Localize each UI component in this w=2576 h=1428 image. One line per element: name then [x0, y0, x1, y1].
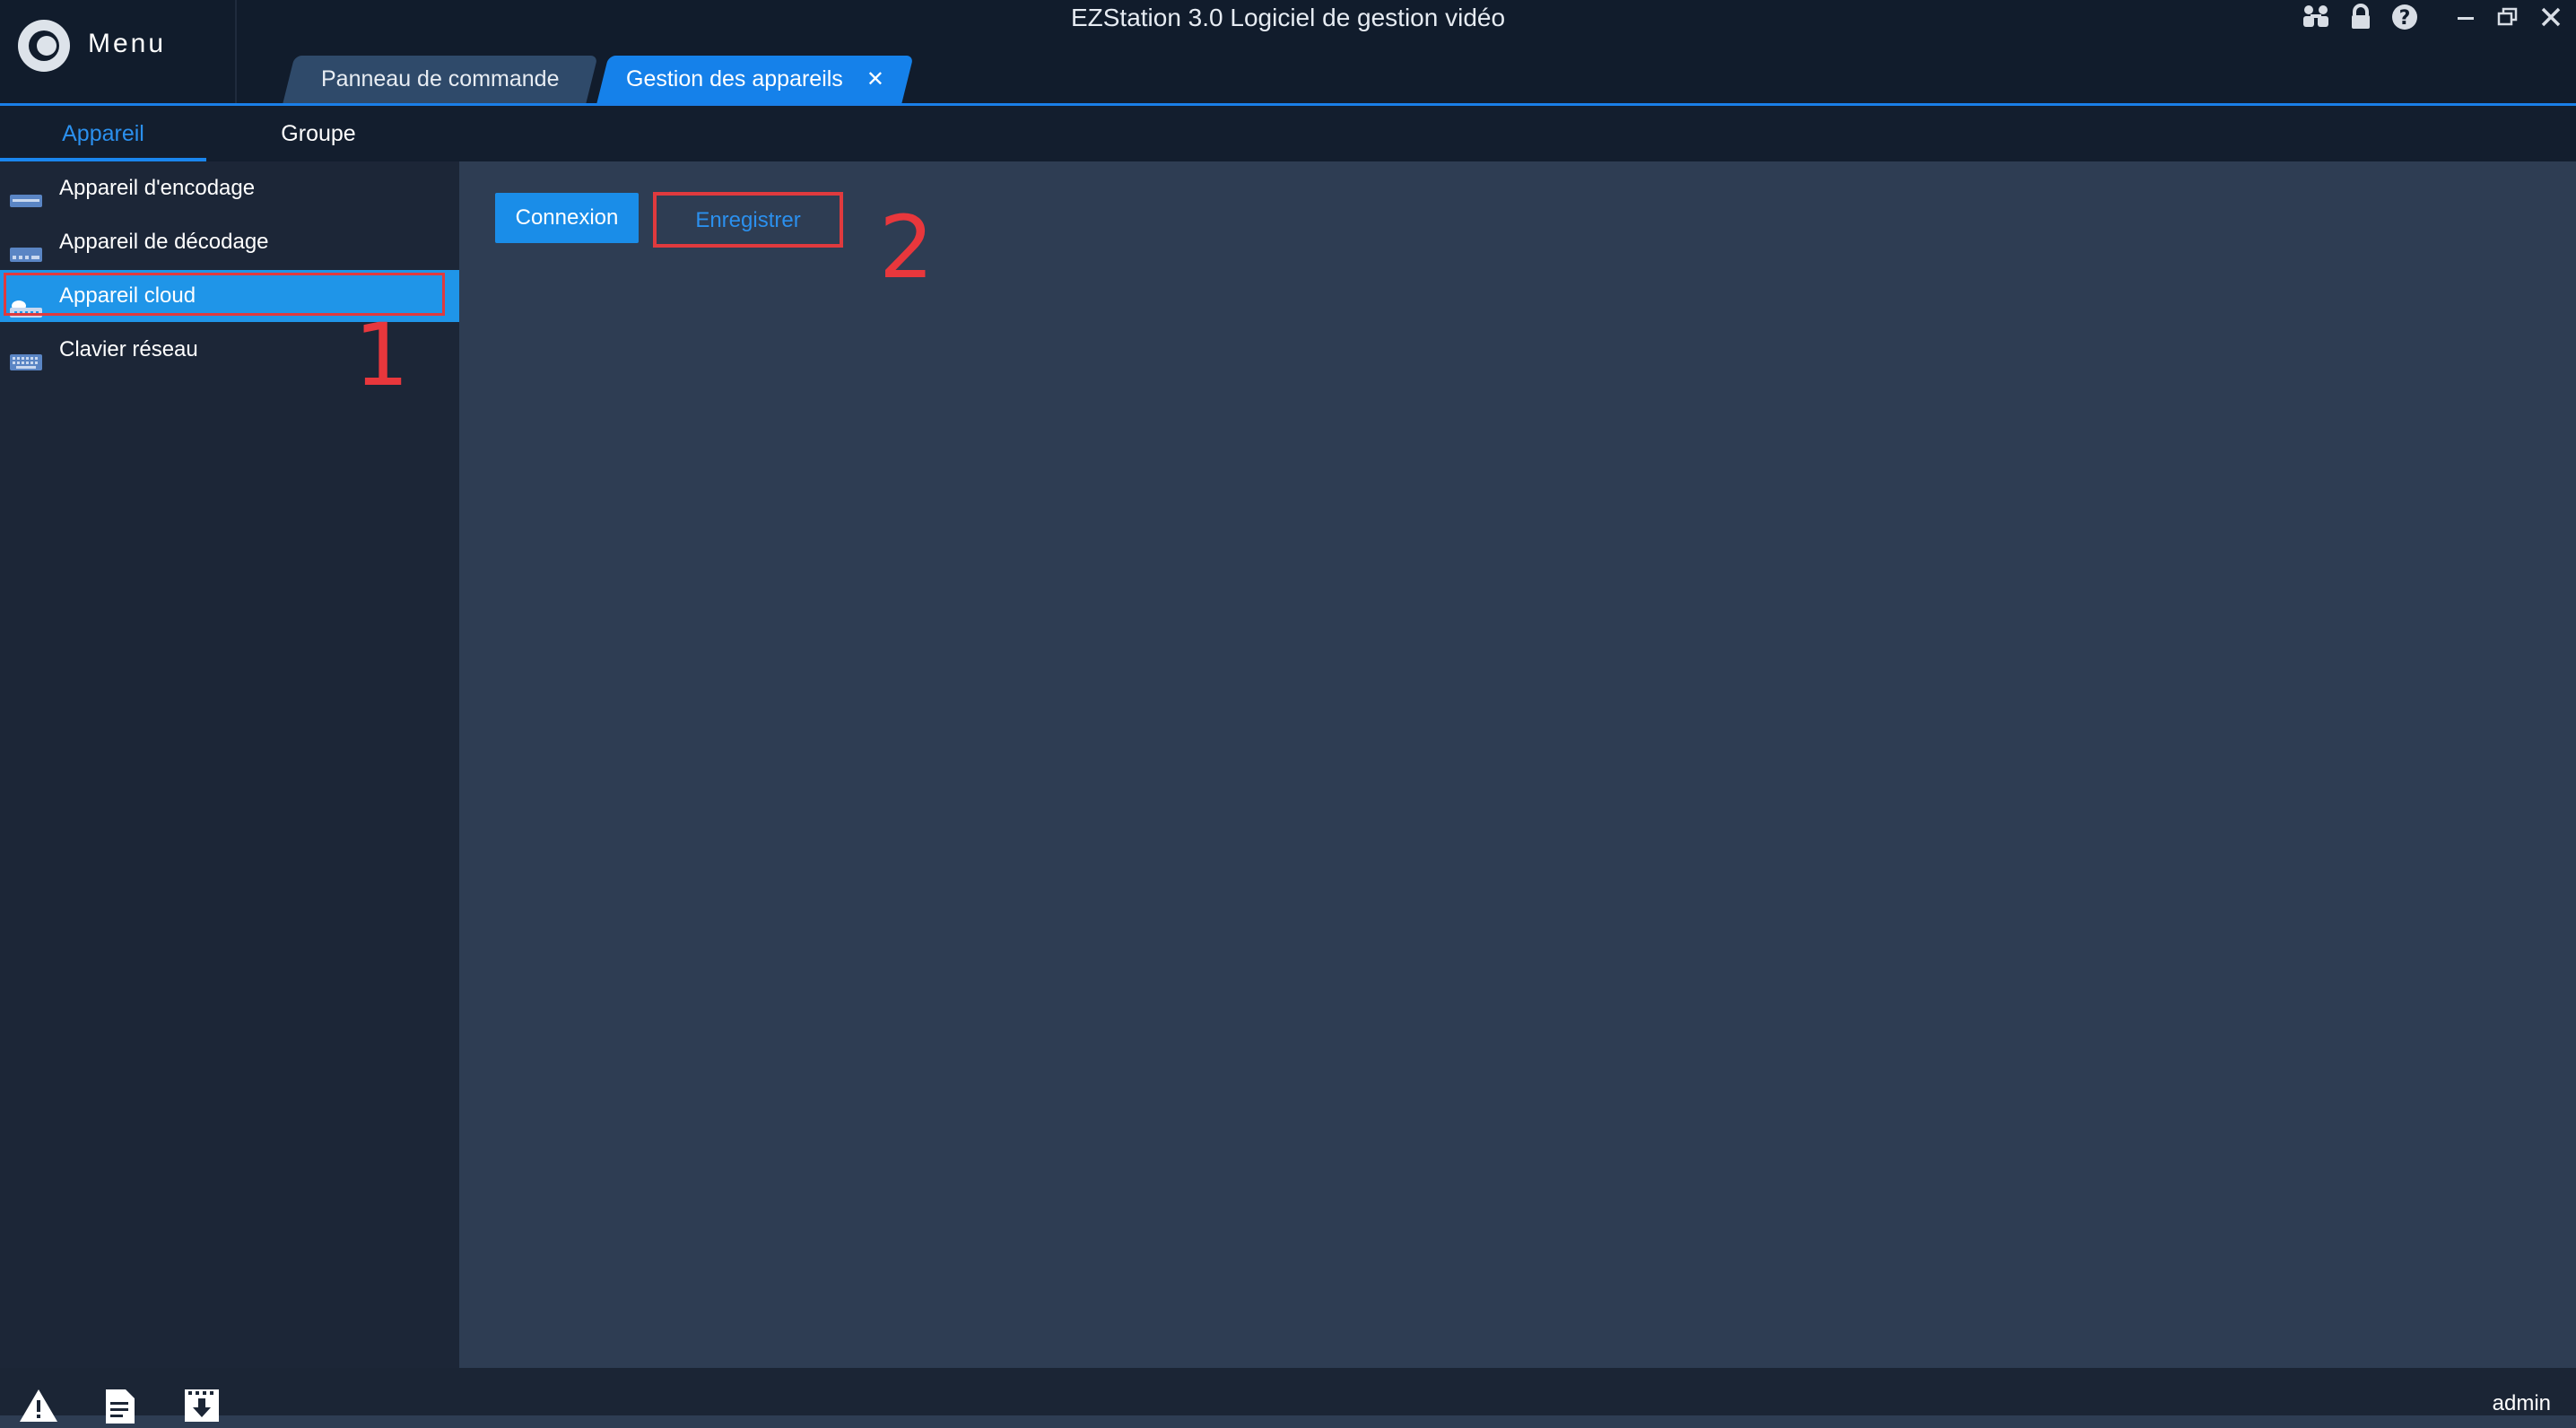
tab-appareil[interactable]: Appareil [0, 106, 206, 161]
sidebar-item-decodage[interactable]: Appareil de décodage [0, 216, 459, 268]
minimize-icon[interactable] [2456, 2, 2476, 35]
enregistrer-button[interactable]: Enregistrer [653, 192, 843, 248]
tab-label: Panneau de commande [321, 66, 560, 91]
status-bar: admin [0, 1368, 2576, 1424]
restore-icon[interactable] [2497, 4, 2519, 37]
close-window-icon[interactable] [2540, 4, 2562, 37]
tab-close-icon[interactable]: ✕ [866, 67, 884, 91]
encoder-device-icon [9, 178, 43, 207]
help-icon[interactable]: ? [2391, 4, 2418, 37]
tab-groupe-label: Groupe [281, 121, 356, 146]
svg-text:?: ? [2399, 7, 2411, 30]
tab-panneau-de-commande[interactable]: Panneau de commande [283, 56, 598, 103]
user-management-icon[interactable] [2302, 4, 2330, 37]
tab-appareil-label: Appareil [62, 121, 144, 146]
sidebar-item-label: Appareil de décodage [59, 230, 269, 254]
alarm-warning-icon[interactable] [18, 1388, 59, 1428]
lock-icon[interactable] [2350, 4, 2371, 37]
tab-label: Gestion des appareils [626, 66, 843, 91]
annotation-number-1: 1 [354, 305, 410, 405]
menu-label: Menu [88, 29, 167, 58]
sub-tab-bar: Appareil Groupe [0, 106, 2576, 161]
annotation-number-2: 2 [879, 197, 935, 298]
app-title: EZStation 3.0 Logiciel de gestion vidéo [1070, 4, 1506, 31]
log-document-icon[interactable] [102, 1388, 138, 1428]
connexion-button[interactable]: Connexion [495, 193, 639, 243]
current-user: admin [2492, 1391, 2551, 1415]
sidebar-item-label: Clavier réseau [59, 337, 198, 361]
decoder-device-icon [9, 232, 43, 262]
tab-gestion-des-appareils[interactable]: Gestion des appareils ✕ [596, 56, 914, 103]
download-icon[interactable] [183, 1388, 221, 1428]
title-bar: Menu EZStation 3.0 Logiciel de gestion v… [0, 0, 2576, 106]
sidebar-item-label: Appareil d'encodage [59, 176, 256, 200]
tab-groupe[interactable]: Groupe [229, 106, 408, 161]
sidebar-item-encodage[interactable]: Appareil d'encodage [0, 162, 459, 214]
keyboard-icon [9, 340, 43, 370]
